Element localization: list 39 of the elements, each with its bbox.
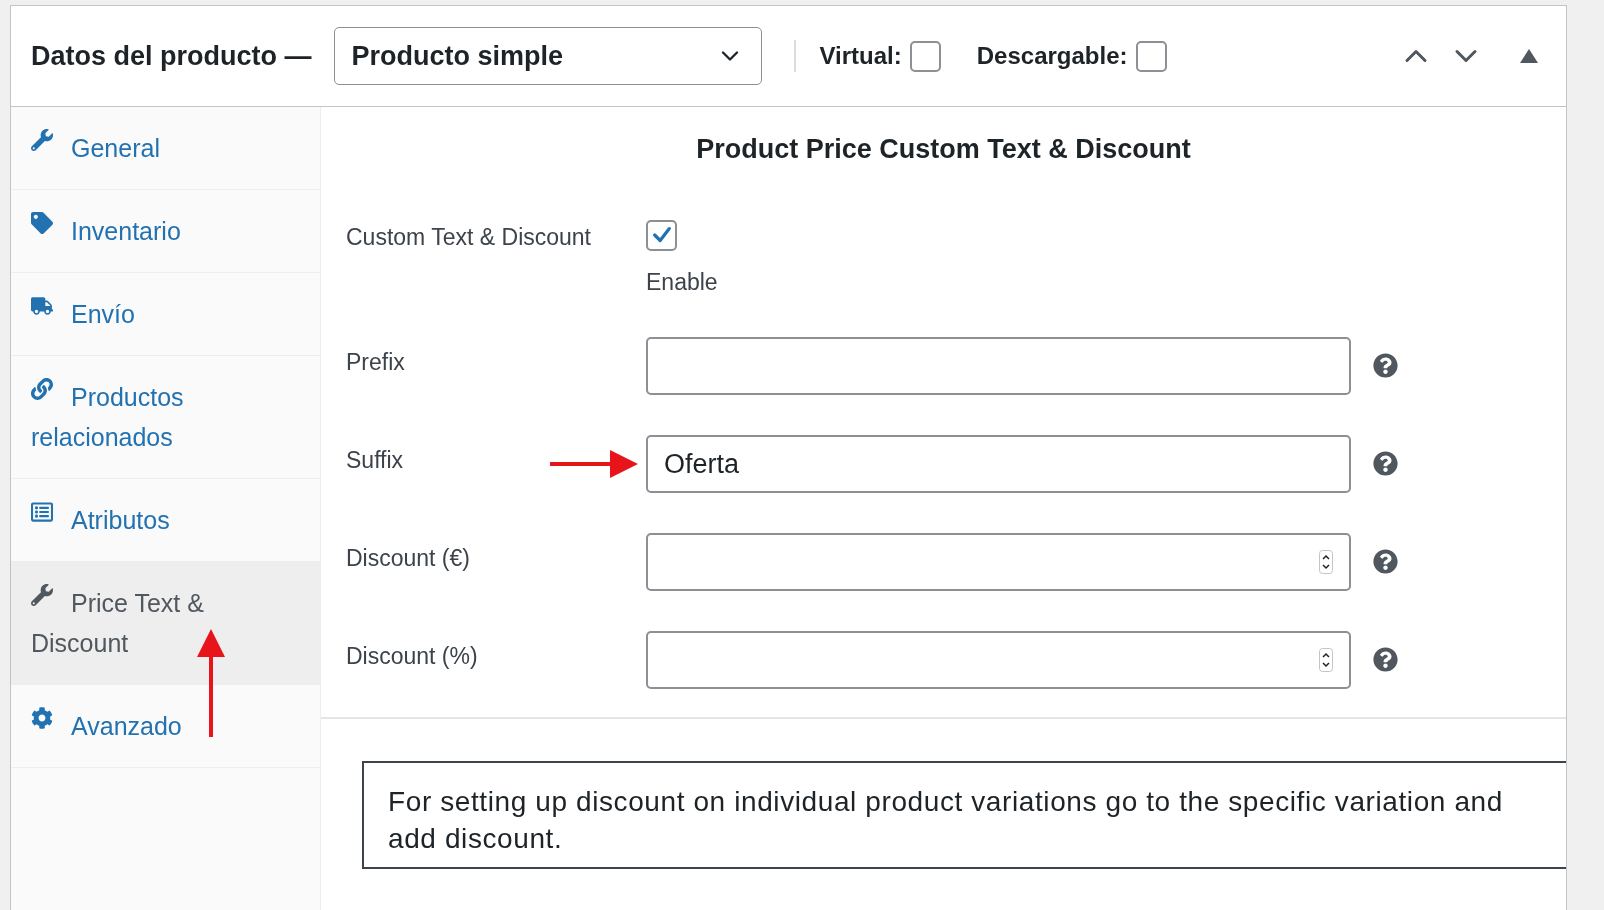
field-label: Discount (%) (346, 643, 478, 669)
section-title: Product Price Custom Text & Discount (695, 133, 1192, 166)
field-label: Custom Text & Discount (346, 222, 592, 252)
option-checkbox[interactable] (909, 40, 941, 72)
collapse-triangle-icon[interactable] (1520, 49, 1538, 63)
wrench-icon (31, 129, 53, 151)
help-icon[interactable] (1373, 647, 1398, 672)
sidebar-tab[interactable]: Price Text & Discount (11, 562, 320, 685)
wrench-icon (31, 584, 53, 606)
number-field[interactable] (646, 631, 1351, 689)
text-field[interactable]: Oferta (646, 435, 1351, 493)
help-icon[interactable] (1373, 353, 1398, 378)
truck-icon (31, 295, 53, 317)
enable-checkbox[interactable] (646, 219, 677, 251)
number-field[interactable] (646, 533, 1351, 591)
notice-text: For setting up discount on individual product variations go to the specific variation and add discount. (388, 786, 1503, 854)
option-label: Descargable: (976, 41, 1128, 71)
tag-icon (31, 212, 53, 234)
option-label: Virtual: (819, 41, 902, 71)
help-icon[interactable] (1373, 451, 1398, 476)
spinner-arrows-icon[interactable] (1319, 648, 1333, 672)
sidebar-tab[interactable]: Inventario (11, 190, 320, 273)
text-field[interactable] (646, 337, 1351, 395)
link-icon (31, 378, 53, 400)
help-icon[interactable] (1373, 549, 1398, 574)
field-label: Prefix (346, 349, 405, 375)
gear-icon (31, 707, 53, 729)
sidebar-tab[interactable]: Envío (11, 273, 320, 356)
sidebar-tab[interactable]: General (11, 107, 320, 190)
sidebar-tab[interactable]: Avanzado (11, 685, 320, 768)
field-label: Discount (€) (346, 545, 470, 571)
spinner-arrows-icon[interactable] (1319, 550, 1333, 574)
product-type-select[interactable]: Producto simple (333, 27, 762, 85)
panel-title: Datos del producto — (31, 39, 312, 73)
field-label: Suffix (346, 447, 404, 473)
list-icon (31, 501, 53, 523)
checkbox-caption: Enable (646, 267, 718, 297)
option-checkbox[interactable] (1135, 40, 1167, 72)
sidebar-tab[interactable]: Productos relacionados (11, 356, 320, 479)
